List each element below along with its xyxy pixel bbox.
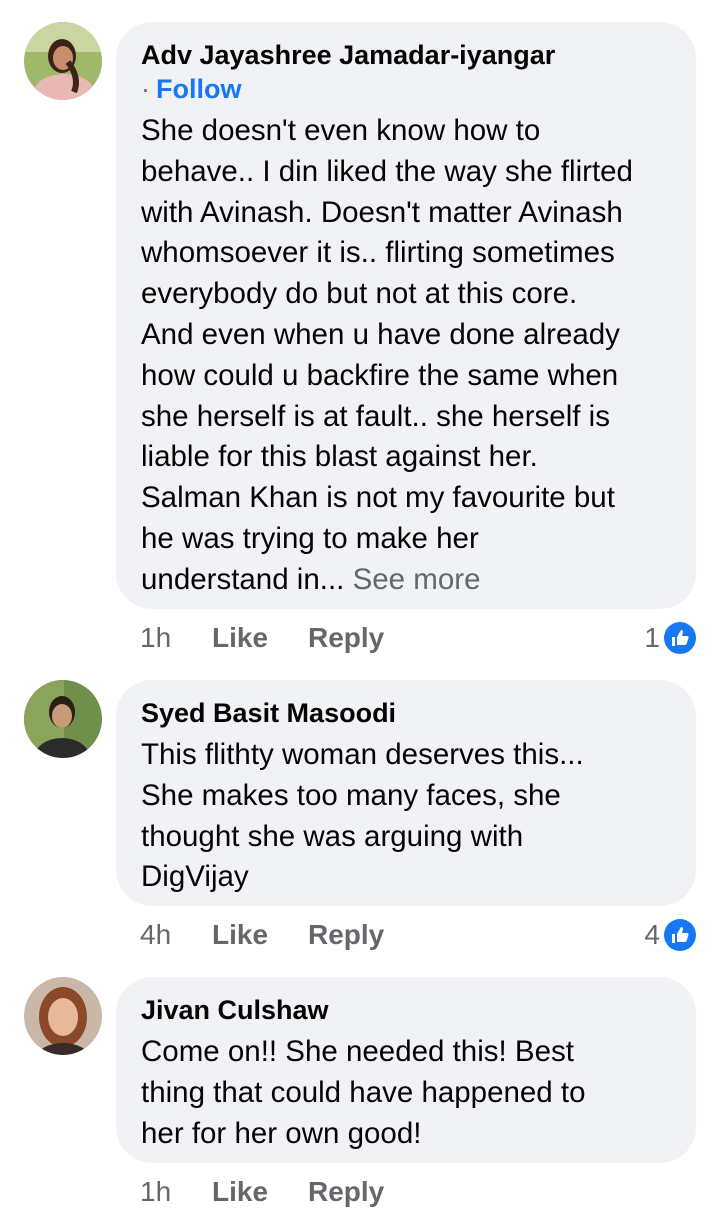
comment-bubble: Adv Jayashree Jamadar-iyangar · Follow Sh… <box>116 22 696 609</box>
avatar[interactable] <box>24 680 102 758</box>
avatar[interactable] <box>24 977 102 1055</box>
see-more-link[interactable]: See more <box>353 563 481 596</box>
reaction-summary[interactable]: 1 <box>644 618 696 658</box>
comment-bubble: Syed Basit Masoodi This flithty woman de… <box>116 680 696 906</box>
like-button[interactable]: Like <box>212 1176 308 1208</box>
follow-button[interactable]: Follow <box>156 74 241 104</box>
reply-button[interactable]: Reply <box>308 622 384 654</box>
like-button[interactable]: Like <box>212 622 308 654</box>
like-thumb-icon <box>664 622 696 654</box>
like-thumb-icon <box>664 919 696 951</box>
separator-dot: · <box>141 74 150 104</box>
reply-button[interactable]: Reply <box>308 1176 384 1208</box>
comment-text: Come on!! She needed this! Best thing th… <box>141 1035 586 1150</box>
comment-timestamp[interactable]: 1h <box>140 1176 212 1208</box>
comment-author[interactable]: Adv Jayashree Jamadar-iyangar <box>141 38 672 72</box>
comment-body: She doesn't even know how to behave.. I … <box>141 114 633 596</box>
comment-text: This flithty woman deserves this... She … <box>141 738 584 894</box>
reply-button[interactable]: Reply <box>308 919 384 951</box>
follow-row: · Follow <box>141 72 672 106</box>
comment-author[interactable]: Syed Basit Masoodi <box>141 696 672 730</box>
avatar[interactable] <box>24 22 102 100</box>
reaction-summary[interactable]: 4 <box>644 915 696 955</box>
comment-actions: 1h Like Reply <box>140 618 384 658</box>
comment-bubble: Jivan Culshaw Come on!! She needed this!… <box>116 977 696 1163</box>
comment-text: She doesn't even know how to behave.. I … <box>141 111 672 601</box>
comment-timestamp[interactable]: 4h <box>140 919 212 951</box>
comment-actions: 4h Like Reply <box>140 915 384 955</box>
reaction-count: 1 <box>644 622 660 653</box>
comment-author[interactable]: Jivan Culshaw <box>141 993 672 1027</box>
comment-actions: 1h Like Reply <box>140 1172 384 1212</box>
reaction-count: 4 <box>644 919 660 950</box>
comment-timestamp[interactable]: 1h <box>140 622 212 654</box>
like-button[interactable]: Like <box>212 919 308 951</box>
